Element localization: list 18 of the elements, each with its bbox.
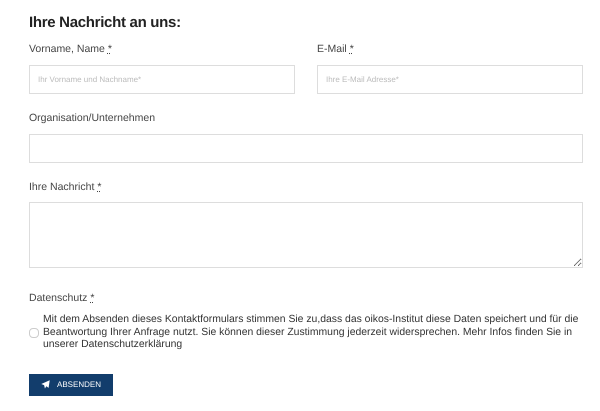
consent-text: Mit dem Absenden dieses Kontaktformulars stimmen Sie zu,dass das oikos-Institut diese Daten speichert und für die Beantwortung Ihrer Anfrage nutzt. Sie können dieser Zustimmung jederzeit widersprechen. Mehr Infos finden Sie in unserer Datenschutzerklärung: [43, 314, 580, 352]
field-label: Organisation/Unternehmen: [29, 110, 156, 126]
field-label: Ihre Nachricht: [29, 180, 94, 194]
send-icon: [41, 380, 50, 389]
message-field[interactable]: [29, 202, 583, 268]
text-field[interactable]: Ihre E-Mail Adresse*: [317, 64, 583, 94]
field-label: Vorname, Name: [29, 42, 105, 57]
form-title: Ihre Nachricht an uns:: [29, 14, 182, 32]
field-label: E-Mail: [317, 42, 347, 57]
consent-checkbox[interactable]: [29, 328, 39, 338]
field-label: Datenschutz: [29, 291, 88, 306]
submit-button[interactable]: ABSENDEN: [29, 374, 114, 396]
required-mark: *: [350, 42, 354, 57]
required-mark: *: [108, 42, 112, 57]
text-field[interactable]: [29, 134, 583, 162]
required-mark: *: [90, 291, 94, 306]
text-field[interactable]: Ihr Vorname und Nachname*: [29, 64, 295, 94]
required-mark: *: [97, 180, 102, 194]
